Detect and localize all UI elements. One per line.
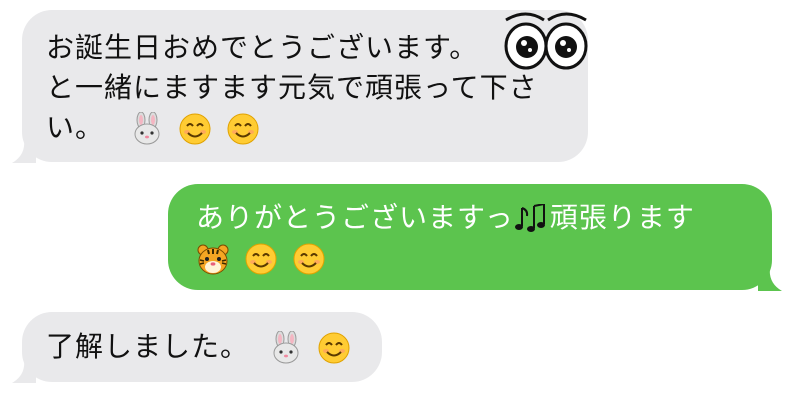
smiling-face-icon <box>318 332 350 364</box>
message-text-line: い。 <box>46 111 105 144</box>
bubble-tail <box>758 267 782 291</box>
smiling-face-icon <box>227 113 259 145</box>
musical-notes-icon <box>514 204 545 232</box>
message-text-line: 頑張ります <box>549 201 695 234</box>
message-text-line: と一緒にますます元気で頑張って下さ <box>46 71 538 104</box>
outgoing-message-bubble[interactable]: ありがとうございますっ 頑張ります <box>168 184 782 291</box>
smiling-face-icon <box>293 243 325 275</box>
message-text-line: 了解しました。 <box>46 330 250 363</box>
bubble-tail <box>12 359 36 383</box>
rabbit-face-icon <box>134 112 160 145</box>
message-text-line: ありがとうございますっ <box>196 201 514 234</box>
bubble-tail <box>12 139 36 163</box>
smiling-face-icon <box>179 113 211 145</box>
rabbit-face-icon <box>273 331 299 364</box>
smiling-face-icon <box>245 243 277 275</box>
googly-eyes-icon <box>504 12 588 70</box>
message-text-line: お誕生日おめでとうございます。 <box>46 31 479 64</box>
tiger-face-icon <box>197 244 229 275</box>
incoming-message-bubble[interactable]: 了解しました。 <box>12 312 382 383</box>
